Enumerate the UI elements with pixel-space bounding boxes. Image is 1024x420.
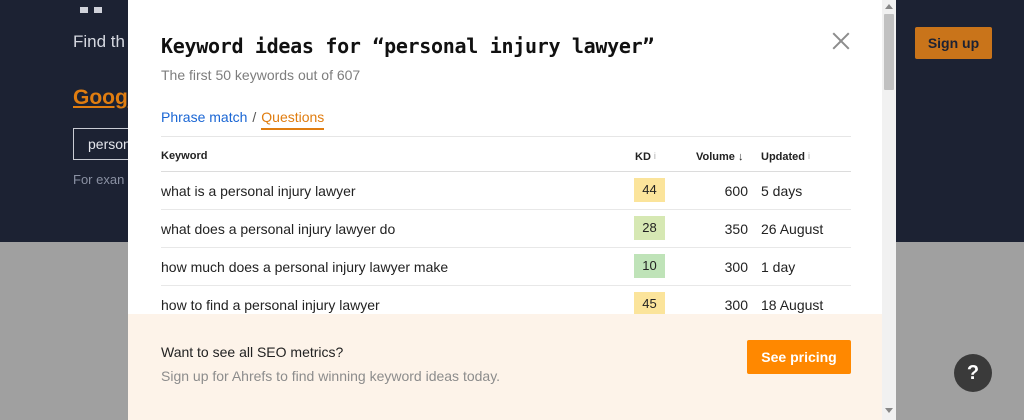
sign-up-button[interactable]: Sign up — [915, 27, 992, 59]
keyword-cell[interactable]: what does a personal injury lawyer do — [161, 221, 395, 237]
column-header-volume[interactable]: Volume ↓ — [696, 151, 743, 163]
keyword-cell[interactable]: how to find a personal injury lawyer — [161, 297, 380, 313]
match-tabs: Phrase match / Questions — [161, 109, 325, 130]
help-button[interactable]: ? — [954, 354, 992, 392]
column-header-keyword: Keyword — [161, 150, 208, 162]
upsell-title: Want to see all SEO metrics? — [161, 344, 344, 360]
tab-separator: / — [252, 109, 257, 125]
column-header-kd[interactable]: KD i — [635, 151, 656, 163]
info-icon[interactable]: i — [808, 151, 810, 161]
volume-cell: 600 — [724, 183, 748, 199]
table-row: what is a personal injury lawyer 44 600 … — [161, 172, 851, 210]
table-header: Keyword KD i Volume ↓ Updated i — [161, 136, 851, 172]
column-header-kd-label: KD — [635, 151, 651, 163]
upsell-footer: Want to see all SEO metrics? Sign up for… — [128, 314, 896, 420]
tab-questions[interactable]: Questions — [261, 109, 325, 130]
upsell-subtitle: Sign up for Ahrefs to find winning keywo… — [161, 368, 501, 384]
scroll-down-arrow-icon[interactable] — [885, 408, 893, 413]
volume-cell: 300 — [724, 259, 748, 275]
table-row: how much does a personal injury lawyer m… — [161, 248, 851, 286]
updated-cell: 5 days — [761, 183, 803, 199]
logo-fragment — [80, 0, 120, 13]
volume-cell: 350 — [724, 221, 748, 237]
volume-cell: 300 — [724, 297, 748, 313]
scrollbar[interactable] — [882, 0, 896, 420]
updated-cell: 26 August — [761, 221, 824, 237]
table-row: what does a personal injury lawyer do 28… — [161, 210, 851, 248]
keywords-table: Keyword KD i Volume ↓ Updated i what is a … — [161, 136, 851, 324]
kd-badge: 45 — [634, 292, 665, 316]
keyword-cell[interactable]: how much does a personal injury lawyer m… — [161, 259, 448, 275]
keyword-cell[interactable]: what is a personal injury lawyer — [161, 183, 356, 199]
updated-cell: 1 day — [761, 259, 796, 275]
close-icon[interactable] — [830, 30, 852, 52]
keyword-ideas-modal: Keyword ideas for “personal injury lawye… — [128, 0, 896, 420]
scrollbar-thumb[interactable] — [884, 14, 894, 90]
column-header-updated[interactable]: Updated i — [761, 151, 810, 163]
tab-phrase-match[interactable]: Phrase match — [161, 109, 247, 125]
kd-badge: 28 — [634, 216, 665, 240]
example-text-fragment: For exan — [73, 172, 125, 187]
google-link-fragment[interactable]: Goog — [73, 86, 128, 110]
modal-title: Keyword ideas for “personal injury lawye… — [161, 34, 655, 58]
kd-badge: 44 — [634, 178, 665, 202]
kd-badge: 10 — [634, 254, 665, 278]
info-icon[interactable]: i — [654, 151, 656, 161]
modal-subtitle: The first 50 keywords out of 607 — [161, 67, 361, 83]
column-header-updated-label: Updated — [761, 151, 805, 163]
see-pricing-button[interactable]: See pricing — [747, 340, 851, 374]
updated-cell: 18 August — [761, 297, 824, 313]
page-heading-fragment: Find th — [73, 32, 125, 51]
scroll-up-arrow-icon[interactable] — [885, 4, 893, 9]
